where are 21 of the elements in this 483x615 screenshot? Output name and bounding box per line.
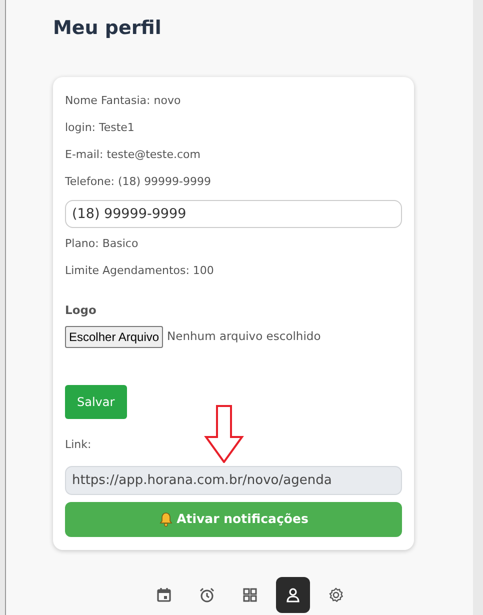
link-field[interactable]: https://app.horana.com.br/novo/agenda — [65, 466, 402, 495]
alarm-clock-icon — [198, 586, 216, 604]
file-status: Nenhum arquivo escolhido — [167, 328, 321, 346]
user-icon — [284, 586, 302, 604]
choose-file-button[interactable]: Escolher Arquivo — [65, 326, 164, 348]
link-label: Link: — [65, 437, 92, 453]
info-text: Plano: Basico — [65, 236, 140, 252]
info-text: Nome Fantasia: novo — [65, 92, 182, 108]
nav-button[interactable] — [276, 577, 310, 613]
info-text: login: Teste1 — [65, 120, 136, 136]
apps-grid-icon — [240, 586, 258, 604]
settings-icon — [326, 586, 344, 604]
info-text: Limite Agendamentos: 100 — [65, 262, 215, 279]
phone-field[interactable]: (18) 99999-9999 — [65, 200, 402, 228]
down-arrow — [204, 405, 244, 463]
calendar-icon — [154, 586, 172, 604]
info-text: E-mail: teste@teste.com — [65, 146, 202, 162]
logo-label: Logo — [65, 302, 98, 319]
bell-icon — [158, 512, 173, 527]
info-text: Telefone: (18) 99999-9999 — [65, 174, 212, 190]
page-title: Meu perfil — [53, 16, 162, 41]
